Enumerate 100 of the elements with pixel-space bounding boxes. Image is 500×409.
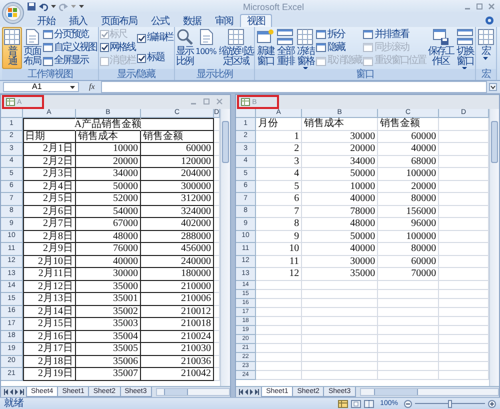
ribbon-button[interactable]: 全屏显示 (42, 55, 98, 68)
checkbox[interactable] (137, 34, 146, 42)
table-cell: 35003 (76, 318, 141, 330)
zoom-in-icon[interactable] (488, 400, 496, 408)
ribbon-tab[interactable]: 数据 (176, 14, 208, 27)
table-cell: 10000 (76, 143, 141, 156)
ribbon-button[interactable]: 分页预览 (42, 28, 98, 41)
slider-thumb[interactable] (448, 400, 452, 408)
table-cell: 2月2日 (23, 156, 76, 168)
windows-icon (456, 28, 474, 46)
ribbon-tab[interactable]: 审阅 (208, 14, 240, 27)
table-cell (378, 316, 440, 326)
table-cell: 300000 (141, 180, 214, 193)
table-cell: 210030 (141, 343, 214, 356)
page-break-icon[interactable] (364, 400, 374, 408)
insert-function-button[interactable]: fx (85, 82, 99, 92)
table-cell: 销售成本 (76, 130, 141, 143)
window-icon (363, 30, 374, 40)
caret-icon[interactable] (51, 5, 56, 8)
ribbon-button[interactable]: 普通 (2, 27, 22, 69)
help-icon[interactable] (485, 16, 494, 24)
table-cell: 240000 (141, 256, 214, 268)
checkbox-label: 消息栏 (110, 55, 135, 68)
table-cell: 96000 (378, 218, 440, 230)
table-cell (256, 334, 302, 344)
table-cell: 180000 (141, 268, 214, 280)
ribbon-button[interactable]: 页面布局 (22, 27, 42, 69)
table-cell: 2月11日 (23, 268, 76, 280)
table-cell: 40000 (76, 256, 141, 268)
close-icon[interactable] (487, 2, 496, 10)
ribbon-button[interactable]: 宏 (476, 27, 496, 69)
sheet-navigation-icon[interactable] (4, 389, 24, 395)
expand-icon[interactable] (489, 83, 497, 91)
ribbon-tab[interactable]: 插入 (62, 14, 94, 27)
caret-icon[interactable] (70, 86, 75, 88)
table-cell: 2月16日 (23, 330, 76, 343)
table-cell: 2月13日 (23, 293, 76, 306)
table-cell: 1 (256, 130, 302, 143)
ribbon-button[interactable]: 并排查看 (362, 28, 426, 41)
table-cell: 210006 (141, 293, 214, 306)
ribbon-tab[interactable]: 页面布局 (94, 14, 144, 27)
table-cell (256, 290, 302, 298)
table-cell (378, 326, 440, 334)
table-cell: 销售金额 (141, 130, 214, 143)
table-cell: 2月6日 (23, 206, 76, 218)
ribbon-tab[interactable]: 公式 (144, 14, 176, 27)
group-label: 宏 (476, 69, 496, 80)
table-cell: 35005 (76, 343, 141, 356)
ribbon-button[interactable]: 100% (194, 27, 218, 69)
maximize-icon[interactable] (475, 2, 484, 10)
formula-field[interactable] (100, 81, 487, 93)
table-cell: 60000 (141, 143, 214, 156)
table-cell (256, 326, 302, 334)
checkbox-label: 标题 (147, 52, 164, 64)
checkbox-label: 网格线 (110, 42, 135, 54)
window-title: Microsoft Excel (242, 2, 305, 12)
sheet-icon (226, 28, 245, 46)
ribbon-button[interactable]: 自定义视图 (42, 42, 98, 54)
table-cell: 288000 (141, 230, 214, 243)
sheet-icon (3, 28, 21, 46)
table-cell: 20000 (302, 143, 378, 156)
ribbon-button[interactable]: 显示比例 (174, 27, 194, 69)
sheet-navigation-icon[interactable] (239, 389, 260, 395)
undo-icon[interactable] (39, 2, 48, 11)
ribbon-button[interactable]: 新建窗口 (255, 27, 276, 69)
zoom-slider[interactable] (415, 400, 485, 408)
ribbon-button[interactable]: 全部重排 (275, 27, 296, 69)
name-box[interactable]: A1 (3, 82, 79, 92)
table-cell (256, 316, 302, 326)
ribbon-button[interactable]: 拆分 (315, 28, 362, 41)
windows-icon (276, 28, 294, 46)
ribbon-button[interactable]: 切换窗口 (454, 27, 475, 69)
zoom-out-icon[interactable] (404, 400, 412, 408)
table-cell: 5 (256, 180, 302, 193)
checkbox[interactable] (137, 54, 146, 62)
page-layout-icon[interactable] (351, 400, 362, 408)
checkbox-label: 编辑栏 (147, 32, 172, 44)
table-cell: 120000 (141, 156, 214, 168)
checkbox[interactable] (100, 43, 108, 52)
page-icon (23, 28, 41, 46)
ribbon-tab[interactable]: 开始 (30, 14, 62, 27)
save-icon[interactable] (27, 2, 36, 11)
caret-icon[interactable] (483, 57, 488, 60)
ribbon-button[interactable]: 保存工作区 (426, 27, 455, 69)
normal-view-icon[interactable] (338, 400, 348, 408)
table-cell: 80000 (378, 243, 440, 256)
table-cell: 7 (256, 206, 302, 218)
table-cell: 20000 (76, 156, 141, 168)
table-cell: 35000 (302, 268, 378, 280)
ribbon-button[interactable]: 缩放到选定区域 (217, 27, 254, 69)
table-cell: 月份 (256, 118, 302, 130)
magnifier-icon (176, 28, 194, 46)
table-cell: 60000 (378, 130, 440, 143)
table-cell: 40000 (302, 193, 378, 206)
table-cell: 30000 (302, 256, 378, 268)
table-cell (378, 352, 440, 362)
table-cell: 2月12日 (23, 280, 76, 293)
ribbon-button[interactable]: 冻结窗格 (295, 27, 316, 69)
ribbon-button[interactable]: 隐藏 (315, 42, 362, 54)
ribbon-tab[interactable]: 视图 (240, 14, 272, 27)
